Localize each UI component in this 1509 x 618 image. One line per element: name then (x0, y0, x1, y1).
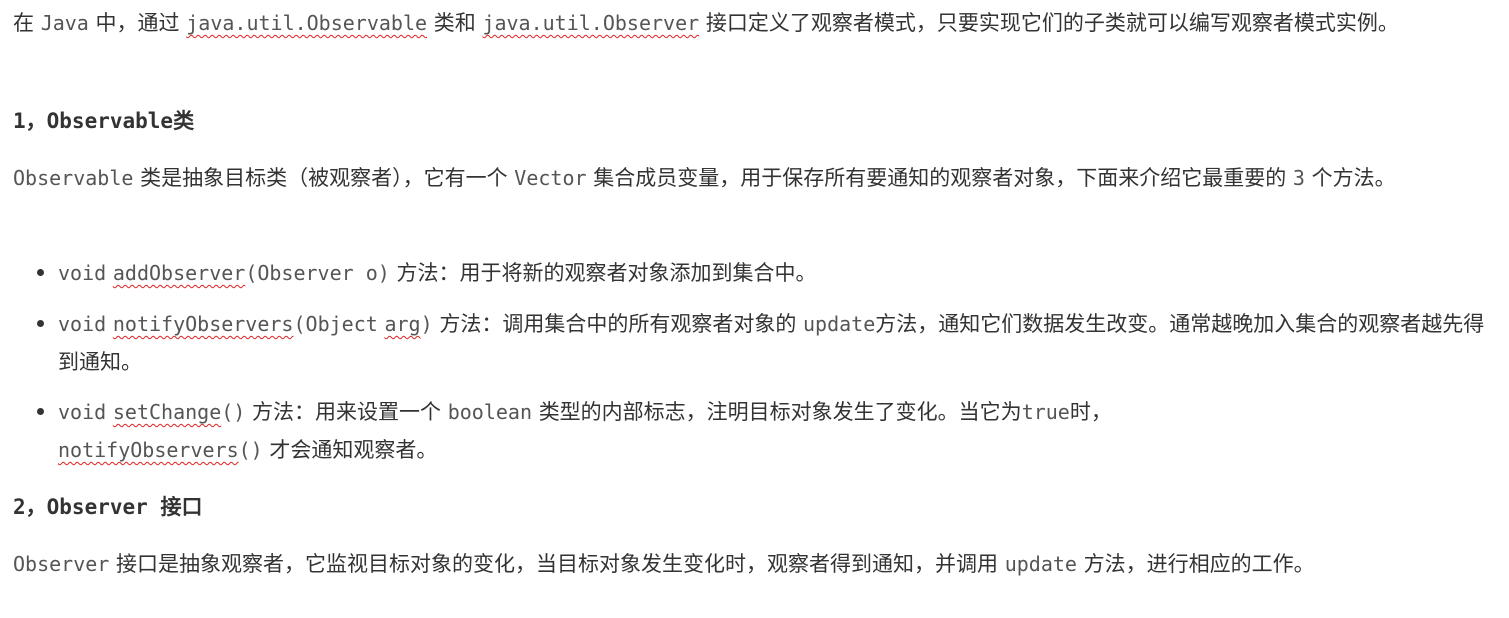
void-keyword: void (58, 312, 107, 336)
bullet (37, 320, 44, 327)
intro-text: 接口定义了观察者模式，只要实现它们的子类就可以编写观察者模式实例。 (705, 11, 1399, 35)
intro-text: 类和 (433, 11, 476, 35)
heading-text: 2，Observer (13, 495, 148, 519)
bullet (37, 408, 44, 415)
update-code: update (803, 312, 876, 336)
method-description: 方法：调用集合中的所有观察者对象的 (439, 312, 797, 336)
method-args: (Object (293, 312, 378, 336)
list-item-notify-observers: void notifyObservers(Object arg) 方法：调用集合… (13, 305, 1487, 381)
intro-paragraph: 在 Java 中，通过 java.util.Observable 类和 java… (13, 4, 1487, 42)
method-args: () (238, 438, 263, 462)
heading-text: 接口 (160, 495, 203, 519)
java-code: Java (40, 11, 89, 35)
update-code: update (1004, 552, 1077, 576)
void-keyword: void (58, 400, 107, 424)
method-args: ) (420, 312, 433, 336)
method-description: 类型的内部标志，注明目标对象发生了变化。当它为 (538, 400, 1022, 424)
boolean-code: boolean (447, 400, 532, 424)
vector-code: Vector (514, 166, 587, 190)
method-name: addObserver (112, 261, 246, 285)
method-description: 时， (1069, 400, 1112, 424)
method-name: notifyObservers (112, 312, 294, 336)
observable-code: Observable (13, 166, 134, 190)
heading-text: 1，Observable (13, 109, 174, 133)
intro-text: 中，通过 (95, 11, 180, 35)
list-item-add-observer: void addObserver(Observer o) 方法：用于将新的观察者… (13, 254, 1487, 292)
list-item-set-change: void setChange() 方法：用来设置一个 boolean 类型的内部… (13, 393, 1487, 469)
count-code: 3 (1292, 166, 1305, 190)
paragraph-text: 集合成员变量，用于保存所有要通知的观察者对象，下面来介绍它最重要的 (593, 166, 1287, 190)
paragraph-text: 类是抽象目标类（被观察者），它有一个 (140, 166, 508, 190)
void-keyword: void (58, 261, 107, 285)
observable-paragraph: Observable 类是抽象目标类（被观察者），它有一个 Vector 集合成… (13, 159, 1487, 197)
section-2-heading: 2，Observer 接口 (13, 492, 202, 522)
method-description: 才会通知观察者。 (269, 438, 438, 462)
observer-code: Observer (13, 552, 110, 576)
method-args: () (221, 400, 246, 424)
method-args: (Observer o) (245, 261, 390, 285)
observer-paragraph: Observer 接口是抽象观察者，它监视目标对象的变化，当目标对象发生变化时，… (13, 545, 1487, 583)
notify-observers-code: notifyObservers (58, 438, 239, 462)
method-description: 方法：用于将新的观察者对象添加到集合中。 (396, 261, 817, 285)
method-description: 方法：用来设置一个 (252, 400, 442, 424)
section-1-heading: 1，Observable类 (13, 106, 194, 136)
intro-text: 在 (13, 11, 34, 35)
article-page: 在 Java 中，通过 java.util.Observable 类和 java… (0, 0, 1509, 618)
method-name: setChange (112, 400, 222, 424)
observer-interface-code: java.util.Observer (482, 11, 700, 35)
bullet (37, 269, 44, 276)
paragraph-text: 接口是抽象观察者，它监视目标对象的变化，当目标对象发生变化时，观察者得到通知，并… (116, 552, 999, 576)
true-code: true (1021, 400, 1070, 424)
method-arg: arg (384, 312, 421, 336)
observable-class-code: java.util.Observable (186, 11, 428, 35)
paragraph-text: 个方法。 (1311, 166, 1396, 190)
paragraph-text: 方法，进行相应的工作。 (1083, 552, 1315, 576)
heading-text: 类 (173, 109, 195, 133)
